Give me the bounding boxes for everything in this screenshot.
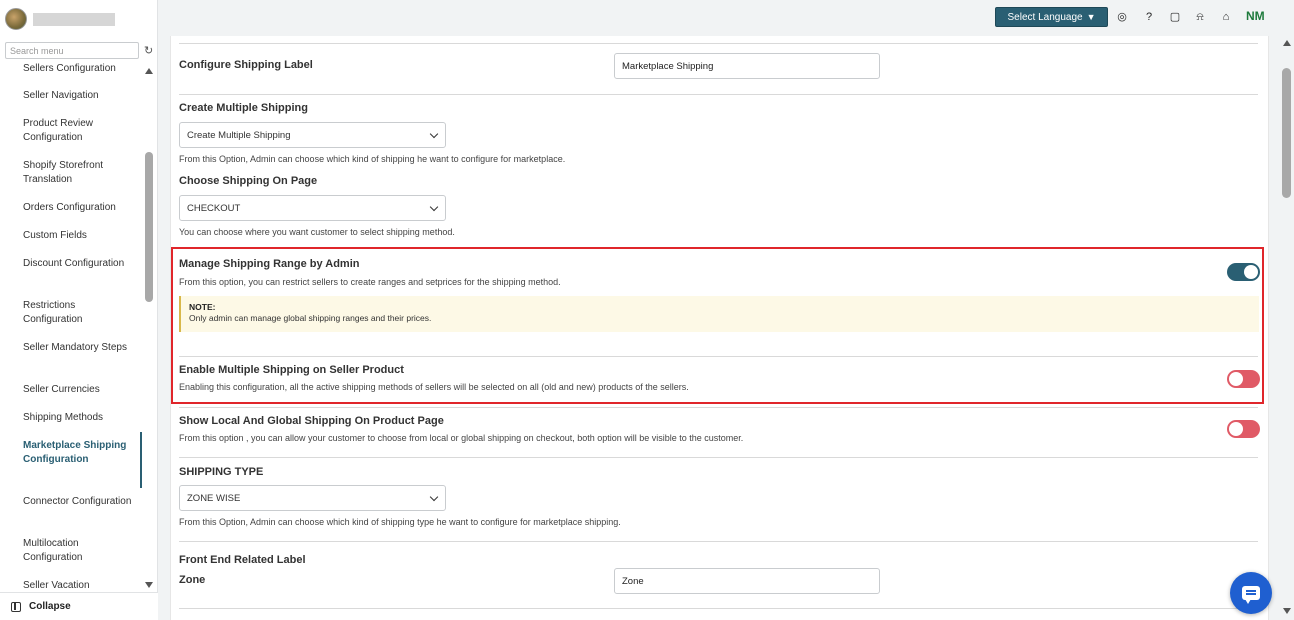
sidebar-item-marketplace-shipping-configuration[interactable]: Marketplace Shipping Configuration [23,439,133,467]
sidebar-item-connector-configuration[interactable]: Connector Configuration [23,495,133,509]
active-item-indicator [140,432,142,488]
shipping-on-page-selected: CHECKOUT [187,202,241,214]
sidebar-scroll-thumb[interactable] [145,152,153,302]
sidebar-item-seller-vacation[interactable]: Seller Vacation [23,579,133,590]
sidebar-item-seller-currencies[interactable]: Seller Currencies [23,383,133,397]
sidebar-item-discount-configuration[interactable]: Discount Configuration [23,257,133,271]
chevron-down-icon [429,129,439,139]
local-global-help: From this option , you can allow your cu… [179,433,744,443]
divider [179,608,1258,609]
note-box: NOTE: Only admin can manage global shipp… [179,296,1259,332]
toggle-knob [1229,422,1243,436]
manage-range-help: From this option, you can restrict selle… [179,277,561,287]
divider [179,43,1258,44]
zone-input[interactable]: Zone [614,568,880,594]
divider [179,356,1258,357]
multi-seller-product-toggle[interactable] [1227,370,1260,388]
collapse-icon [11,601,21,612]
help-icon[interactable]: ? [1142,10,1156,24]
multi-seller-product-title: Enable Multiple Shipping on Seller Produ… [179,364,404,376]
sidebar-header [0,0,157,38]
shipping-type-help: From this Option, Admin can choose which… [179,517,621,527]
menu-search-row: ↻ [5,42,155,59]
note-title: NOTE: [189,302,216,312]
select-language-label: Select Language [1007,11,1083,23]
sidebar-item-product-review-configuration[interactable]: Product Review Configuration [23,117,133,145]
manage-range-title: Manage Shipping Range by Admin [179,258,360,270]
sidebar-item-restrictions-configuration[interactable]: Restrictions Configuration [23,299,133,327]
shipping-label-title: Configure Shipping Label [179,59,313,71]
store-icon[interactable]: ⌂ [1219,10,1233,24]
multiple-shipping-select[interactable]: Create Multiple Shipping [179,122,446,148]
local-global-toggle[interactable] [1227,420,1260,438]
chevron-down-icon [429,202,439,212]
zone-label: Zone [179,574,206,586]
multiple-shipping-title: Create Multiple Shipping [179,102,308,114]
multiple-shipping-help: From this Option, Admin can choose which… [179,154,566,164]
main-scroll-thumb[interactable] [1282,68,1291,198]
manage-range-toggle[interactable] [1227,263,1260,281]
shipping-on-page-select[interactable]: CHECKOUT [179,195,446,221]
sidebar-menu: Sellers Configuration Seller Navigation … [0,60,145,590]
note-text: Only admin can manage global shipping ra… [189,313,432,323]
scroll-down-arrow-icon[interactable] [145,582,153,588]
multiple-shipping-selected: Create Multiple Shipping [187,129,291,141]
toggle-knob [1244,265,1258,279]
shipping-label-input[interactable]: Marketplace Shipping [614,53,880,79]
shipping-type-selected: ZONE WISE [187,492,241,504]
shipping-on-page-help: You can choose where you want customer t… [179,227,455,237]
chevron-down-icon [429,492,439,502]
store-name-redacted [33,12,115,26]
caret-down-icon: ▼ [1086,12,1096,22]
scroll-down-arrow-icon[interactable] [1283,608,1291,614]
refresh-icon[interactable]: ↻ [144,44,153,57]
sidebar-item-seller-mandatory-steps[interactable]: Seller Mandatory Steps [23,341,133,355]
local-global-title: Show Local And Global Shipping On Produc… [179,415,444,427]
menu-search-input[interactable] [5,42,139,59]
shipping-config-card: Configure Shipping Label Marketplace Shi… [170,36,1269,620]
shipping-type-select[interactable]: ZONE WISE [179,485,446,511]
select-language-button[interactable]: Select Language ▼ [995,7,1108,27]
front-end-label-title: Front End Related Label [179,554,306,566]
divider [179,94,1258,95]
sidebar-scrollbar[interactable] [145,66,154,590]
divider [179,541,1258,542]
sidebar-item-shipping-methods[interactable]: Shipping Methods [23,411,133,425]
divider [179,457,1258,458]
shipping-on-page-title: Choose Shipping On Page [179,175,318,187]
sidebar-item-seller-navigation[interactable]: Seller Navigation [23,89,133,103]
divider [179,407,1258,408]
main-scrollbar[interactable] [1280,36,1294,620]
topbar: Select Language ▼ ◎ ? ▢ ⍾ ⌂ NM [158,0,1294,36]
toggle-knob [1229,372,1243,386]
chat-button[interactable] [1230,572,1272,614]
scroll-up-arrow-icon[interactable] [145,68,153,74]
shipping-type-title: SHIPPING TYPE [179,466,264,478]
sidebar-item-sellers-configuration[interactable]: Sellers Configuration [23,62,133,76]
bell-icon[interactable]: ⍾ [1193,10,1207,24]
collapse-label: Collapse [29,601,71,612]
sidebar: ↻ Sellers Configuration Seller Navigatio… [0,0,158,620]
collapse-button[interactable]: Collapse [0,592,158,620]
store-logo[interactable] [5,8,27,30]
account-circle-icon[interactable]: ◎ [1115,10,1129,24]
sidebar-item-custom-fields[interactable]: Custom Fields [23,229,133,243]
scroll-up-arrow-icon[interactable] [1283,40,1291,46]
multi-seller-product-help: Enabling this configuration, all the act… [179,382,689,392]
avatar[interactable]: NM [1246,9,1265,23]
chat-icon [1242,586,1260,604]
feedback-icon[interactable]: ▢ [1168,10,1182,24]
sidebar-item-orders-configuration[interactable]: Orders Configuration [23,201,133,215]
sidebar-item-multilocation-configuration[interactable]: Multilocation Configuration [23,537,133,565]
sidebar-item-shopify-storefront-translation[interactable]: Shopify Storefront Translation [23,159,133,187]
